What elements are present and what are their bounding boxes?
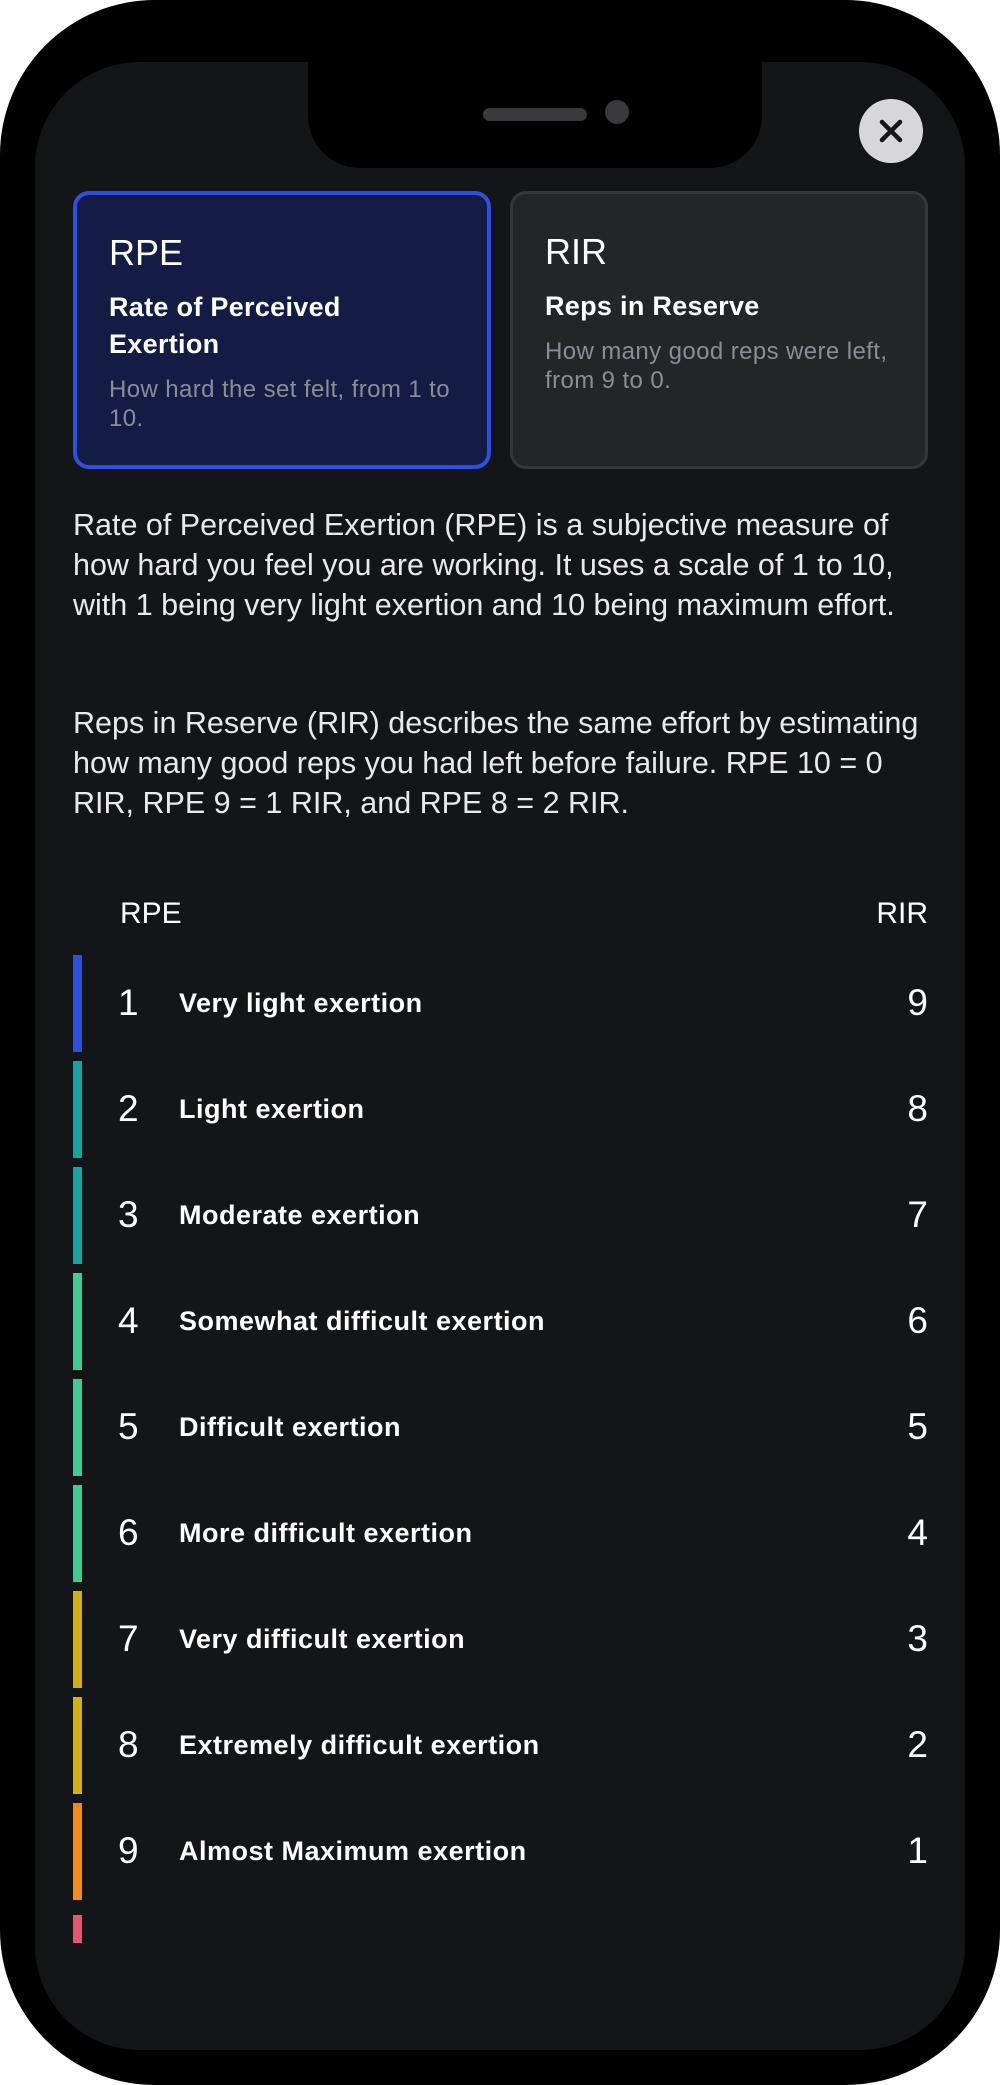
rpe-value: 8 xyxy=(118,1724,139,1765)
phone-frame: RPE Rate of Perceived Exertion How hard … xyxy=(0,0,1000,2085)
front-camera xyxy=(605,100,629,124)
rpe-info-sheet: RPE Rate of Perceived Exertion How hard … xyxy=(35,62,965,2050)
exertion-label: Light exertion xyxy=(179,1094,365,1124)
exertion-label: Almost Maximum exertion xyxy=(179,1836,527,1866)
rir-value: 8 xyxy=(907,1088,928,1129)
exertion-label: Very difficult exertion xyxy=(179,1624,466,1654)
rir-option-card[interactable]: RIR Reps in Reserve How many good reps w… xyxy=(510,191,928,469)
rpe-card-description: How hard the set felt, from 1 to 10. xyxy=(109,376,450,432)
rir-value: 7 xyxy=(907,1194,928,1235)
scale-table-header: RPE RIR xyxy=(73,897,928,937)
scale-color-bar xyxy=(73,1485,82,1582)
scale-row: 5 Difficult exertion 5 xyxy=(73,1379,928,1476)
scale-color-bar xyxy=(73,1803,82,1900)
scale-row: 8 Extremely difficult exertion 2 xyxy=(73,1697,928,1794)
exertion-label: More difficult exertion xyxy=(179,1518,473,1548)
scale-color-bar xyxy=(73,1591,82,1688)
rpe-card-subtitle: Rate of Perceived Exertion xyxy=(109,292,341,359)
rpe-value: 6 xyxy=(118,1512,139,1553)
rpe-value: 2 xyxy=(118,1088,139,1129)
rpe-value: 3 xyxy=(118,1194,139,1235)
rpe-option-card[interactable]: RPE Rate of Perceived Exertion How hard … xyxy=(73,191,491,469)
rpe-value: 5 xyxy=(118,1406,139,1447)
scale-color-bar xyxy=(73,1273,82,1370)
rir-column-header: RIR xyxy=(876,897,928,930)
rir-card-subtitle: Reps in Reserve xyxy=(545,291,760,321)
scale-row: 4 Somewhat difficult exertion 6 xyxy=(73,1273,928,1370)
scale-row: 3 Moderate exertion 7 xyxy=(73,1167,928,1264)
rir-value: 3 xyxy=(907,1618,928,1659)
close-icon xyxy=(879,119,903,143)
rir-value: 1 xyxy=(907,1830,928,1871)
rir-card-description: How many good reps were left, from 9 to … xyxy=(545,338,888,394)
scale-row: 6 More difficult exertion 4 xyxy=(73,1485,928,1582)
rir-value: 5 xyxy=(907,1406,928,1447)
scale-color-bar xyxy=(73,1697,82,1794)
rpe-card-title: RPE xyxy=(109,232,184,273)
scale-row: 7 Very difficult exertion 3 xyxy=(73,1591,928,1688)
scale-color-bar xyxy=(73,1167,82,1264)
exertion-label: Somewhat difficult exertion xyxy=(179,1306,546,1336)
scale-row: 1 Very light exertion 9 xyxy=(73,955,928,1052)
rpe-value: 7 xyxy=(118,1618,139,1659)
rpe-value: 4 xyxy=(118,1300,139,1341)
rpe-column-header: RPE xyxy=(120,897,182,930)
exertion-label: Moderate exertion xyxy=(179,1200,421,1230)
rir-explanation-text: Reps in Reserve (RIR) describes the same… xyxy=(73,706,919,820)
rpe-explanation-text: Rate of Perceived Exertion (RPE) is a su… xyxy=(73,508,895,622)
scale-color-bar xyxy=(73,955,82,1052)
close-button[interactable] xyxy=(859,99,923,163)
scale-color-bar xyxy=(73,1061,82,1158)
exertion-label: Extremely difficult exertion xyxy=(179,1730,540,1760)
exertion-label: Difficult exertion xyxy=(179,1412,402,1442)
rir-value: 2 xyxy=(907,1724,928,1765)
speaker-grille xyxy=(483,108,587,121)
rpe-value: 1 xyxy=(118,982,139,1023)
scale-color-bar xyxy=(73,1915,82,1943)
rir-value: 6 xyxy=(907,1300,928,1341)
scale-row: 9 Almost Maximum exertion 1 xyxy=(73,1803,928,1900)
scale-color-bar xyxy=(73,1379,82,1476)
rir-value: 4 xyxy=(907,1512,928,1553)
exertion-label: Very light exertion xyxy=(179,988,423,1018)
rpe-scale-list: 1 Very light exertion 9 2 Light exertion 8 3 Mo… xyxy=(73,955,928,1955)
rir-card-title: RIR xyxy=(545,231,607,272)
scale-row: 2 Light exertion 8 xyxy=(73,1061,928,1158)
rpe-value: 9 xyxy=(118,1830,139,1871)
rir-value: 9 xyxy=(907,982,928,1023)
